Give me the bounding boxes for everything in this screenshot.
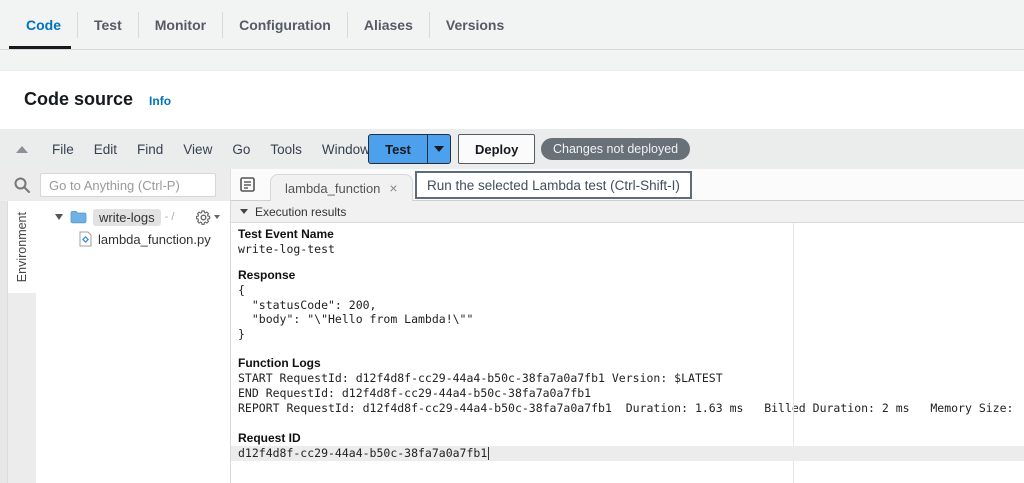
- test-button[interactable]: Test: [369, 135, 427, 163]
- python-file-icon: [79, 231, 92, 247]
- changes-not-deployed-badge: Changes not deployed: [541, 138, 691, 160]
- editor-tab-lambda-function[interactable]: lambda_function ×: [270, 174, 413, 201]
- tab-list-icon[interactable]: [240, 176, 257, 193]
- side-rail: Environment: [0, 201, 36, 483]
- results-pane: Execution results Test Event Name write-…: [231, 201, 1024, 483]
- request-id-value: d12f4d8f-cc29-44a4-b50c-38fa7a0a7fb1: [238, 446, 488, 461]
- close-icon[interactable]: ×: [389, 181, 397, 195]
- request-id-label: Request ID: [238, 431, 301, 446]
- execution-results-content[interactable]: Test Event Name write-log-test Response …: [231, 223, 1024, 483]
- folder-icon: [70, 211, 87, 224]
- function-logs-label: Function Logs: [238, 355, 321, 370]
- tabbar-rule: [0, 49, 1024, 50]
- test-dropdown-button[interactable]: [427, 135, 450, 163]
- function-logs: START RequestId: d12f4d8f-cc29-44a4-b50c…: [238, 370, 1014, 415]
- response-label: Response: [238, 267, 296, 282]
- ide-body: lambda_function × Run the selected Lambd…: [0, 169, 1024, 483]
- menu-file[interactable]: File: [42, 142, 84, 157]
- tree-row-folder[interactable]: write-logs - /: [36, 206, 230, 228]
- execution-results-label: Execution results: [255, 204, 347, 219]
- execution-results-header[interactable]: Execution results: [231, 201, 1024, 223]
- chevron-down-icon: [214, 215, 220, 219]
- folder-name: write-logs: [93, 208, 161, 226]
- gear-icon: [196, 209, 211, 225]
- ide-menubar: File Edit Find View Go Tools Window Test…: [0, 129, 1024, 169]
- search-area: [0, 169, 231, 201]
- tab-monitor[interactable]: Monitor: [139, 0, 222, 50]
- collapse-menubar-icon[interactable]: [16, 145, 28, 153]
- workspace: Environment write-logs - / lambda_functi…: [0, 201, 1024, 483]
- editor-tab-label: lambda_function: [285, 180, 381, 196]
- tab-code[interactable]: Code: [10, 0, 77, 50]
- folder-path-suffix: - /: [164, 211, 175, 223]
- chevron-down-icon: [240, 209, 248, 214]
- rail-gutter: [0, 201, 8, 483]
- chevron-down-icon[interactable]: [55, 214, 63, 220]
- menu-go[interactable]: Go: [222, 142, 260, 157]
- tab-versions[interactable]: Versions: [430, 0, 520, 50]
- menu-view[interactable]: View: [173, 142, 222, 157]
- environment-rail-label: Environment: [15, 211, 29, 283]
- deploy-button[interactable]: Deploy: [458, 134, 536, 164]
- page-title: Code source: [24, 89, 134, 109]
- tab-aliases[interactable]: Aliases: [348, 0, 429, 50]
- menu-edit[interactable]: Edit: [84, 142, 127, 157]
- go-to-anything-input[interactable]: [40, 173, 216, 197]
- print-margin-ruler: [793, 223, 794, 483]
- run-test-tooltip: Run the selected Lambda test (Ctrl-Shift…: [415, 171, 692, 199]
- file-name: lambda_function.py: [98, 231, 211, 247]
- card-header: Code source Info: [0, 71, 1024, 129]
- test-event-name-label: Test Event Name: [238, 227, 334, 241]
- request-id-line[interactable]: d12f4d8f-cc29-44a4-b50c-38fa7a0a7fb1: [231, 446, 1024, 462]
- console-tab-bar: Code Test Monitor Configuration Aliases …: [0, 0, 1024, 50]
- menu-tools[interactable]: Tools: [260, 142, 312, 157]
- code-source-card: Code source Info File Edit Find View Go …: [0, 70, 1024, 483]
- tree-row-file[interactable]: lambda_function.py: [36, 228, 230, 250]
- tree-settings-control[interactable]: [196, 209, 220, 225]
- response-json: { "statusCode": 200, "body": "\"Hello fr…: [238, 282, 474, 342]
- tab-test[interactable]: Test: [78, 0, 138, 50]
- file-tree-panel: write-logs - / lambda_function.py: [36, 201, 231, 483]
- info-link[interactable]: Info: [149, 94, 171, 108]
- search-icon: [14, 177, 30, 193]
- chevron-down-icon: [434, 146, 444, 152]
- environment-rail-tab[interactable]: Environment: [8, 201, 36, 293]
- tab-configuration[interactable]: Configuration: [223, 0, 347, 50]
- test-event-name-value: write-log-test: [238, 242, 335, 256]
- test-split-button[interactable]: Test: [368, 134, 451, 164]
- text-cursor: [488, 447, 490, 461]
- menu-find[interactable]: Find: [127, 142, 173, 157]
